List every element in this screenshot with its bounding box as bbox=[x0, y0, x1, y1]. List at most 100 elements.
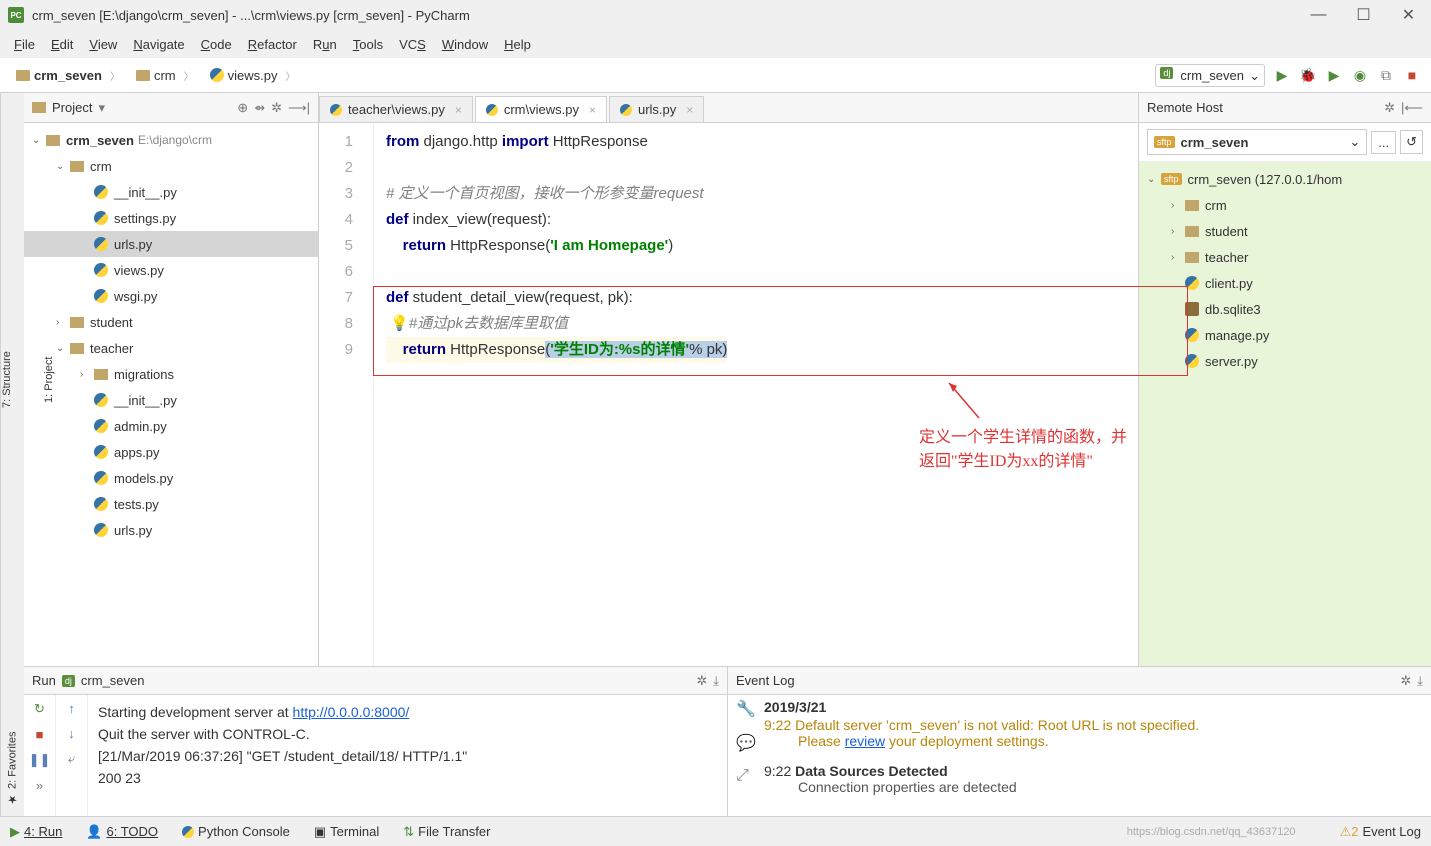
run-config-select[interactable]: crm_seven bbox=[1155, 64, 1265, 87]
strip-favorites[interactable]: 2: Favorites bbox=[7, 732, 19, 789]
remote-tree-item[interactable]: ›teacher bbox=[1139, 244, 1431, 270]
status-terminal[interactable]: ▣Terminal bbox=[314, 824, 379, 840]
minimize-button[interactable]: — bbox=[1296, 0, 1341, 30]
tree-item[interactable]: admin.py bbox=[24, 413, 318, 439]
wrench-icon[interactable]: 🔧 bbox=[736, 699, 764, 719]
remote-tree-item[interactable]: server.py bbox=[1139, 348, 1431, 374]
scroll-to-icon[interactable]: ⊕ bbox=[237, 100, 248, 116]
crumb-folder[interactable]: crm bbox=[130, 65, 200, 86]
close-tab-icon[interactable]: × bbox=[589, 103, 596, 117]
tree-item[interactable]: ›migrations bbox=[24, 361, 318, 387]
menu-edit[interactable]: Edit bbox=[43, 33, 81, 56]
balloon-icon[interactable]: 💬 bbox=[736, 733, 764, 753]
remote-root[interactable]: ⌄sftp crm_seven (127.0.0.1/hom bbox=[1139, 166, 1431, 192]
run-console[interactable]: Starting development server at http://0.… bbox=[88, 695, 727, 816]
profile-icon[interactable]: ◉ bbox=[1351, 66, 1369, 84]
close-button[interactable]: ✕ bbox=[1386, 0, 1431, 30]
menu-run[interactable]: Run bbox=[305, 33, 345, 56]
gear-icon[interactable]: ✲ bbox=[1384, 100, 1395, 116]
window-title: crm_seven [E:\django\crm_seven] - ...\cr… bbox=[32, 8, 470, 23]
lightbulb-icon[interactable]: 💡 bbox=[390, 315, 409, 332]
tree-item[interactable]: urls.py bbox=[24, 517, 318, 543]
tree-item[interactable]: settings.py bbox=[24, 205, 318, 231]
menu-code[interactable]: Code bbox=[193, 33, 240, 56]
event-log-content[interactable]: 2019/3/21 9:22 Default server 'crm_seven… bbox=[764, 699, 1423, 812]
gear-icon[interactable]: ✲ bbox=[271, 100, 282, 116]
collapse-icon[interactable]: ⇴ bbox=[254, 100, 265, 116]
rerun-icon[interactable]: ↻ bbox=[34, 701, 45, 717]
status-python-console[interactable]: Python Console bbox=[182, 824, 290, 839]
tree-item[interactable]: __init__.py bbox=[24, 179, 318, 205]
folder-icon bbox=[1185, 226, 1199, 237]
tree-item[interactable]: ⌄crm_sevenE:\django\crm bbox=[24, 127, 318, 153]
more-button[interactable]: ... bbox=[1371, 131, 1396, 154]
stop-icon[interactable]: ■ bbox=[1403, 66, 1421, 84]
review-link[interactable]: review bbox=[845, 733, 885, 749]
attach-icon[interactable]: ⧉ bbox=[1377, 66, 1395, 84]
menu-file[interactable]: File bbox=[6, 33, 43, 56]
tree-item[interactable]: views.py bbox=[24, 257, 318, 283]
python-icon bbox=[94, 523, 108, 537]
hide-icon[interactable]: ⟶| bbox=[288, 100, 310, 116]
tree-item[interactable]: ›student bbox=[24, 309, 318, 335]
editor-tab[interactable]: urls.py× bbox=[609, 96, 704, 122]
remote-server-select[interactable]: sftp crm_seven ⌄ bbox=[1147, 129, 1367, 155]
tree-item[interactable]: apps.py bbox=[24, 439, 318, 465]
strip-project[interactable]: 1: Project bbox=[43, 356, 55, 402]
editor-tab[interactable]: crm\views.py× bbox=[475, 96, 607, 122]
code-editor[interactable]: from django.http import HttpResponse # 定… bbox=[374, 123, 727, 666]
download-icon[interactable]: ⤓ bbox=[713, 673, 719, 689]
tree-item[interactable]: models.py bbox=[24, 465, 318, 491]
tree-item[interactable]: urls.py bbox=[24, 231, 318, 257]
tree-item[interactable]: wsgi.py bbox=[24, 283, 318, 309]
menu-view[interactable]: View bbox=[81, 33, 125, 56]
up-icon[interactable]: ↑ bbox=[68, 701, 75, 716]
folder-icon bbox=[70, 161, 84, 172]
remote-tree-item[interactable]: db.sqlite3 bbox=[1139, 296, 1431, 322]
crumb-file[interactable]: views.py bbox=[204, 65, 302, 86]
tree-item[interactable]: __init__.py bbox=[24, 387, 318, 413]
status-todo[interactable]: 👤6: TODO bbox=[86, 824, 158, 840]
menu-help[interactable]: Help bbox=[496, 33, 539, 56]
more-icon[interactable]: » bbox=[36, 778, 43, 793]
run-icon[interactable]: ▶ bbox=[1273, 66, 1291, 84]
pause-icon[interactable]: ❚❚ bbox=[29, 752, 51, 768]
server-url-link[interactable]: http://0.0.0.0:8000/ bbox=[293, 704, 410, 720]
status-event-log[interactable]: ⚠2 Event Log bbox=[1340, 824, 1421, 840]
tree-item[interactable]: ⌄teacher bbox=[24, 335, 318, 361]
gear-icon[interactable]: ✲ bbox=[1400, 673, 1411, 689]
down-icon[interactable]: ↓ bbox=[68, 726, 75, 741]
coverage-icon[interactable]: ▶ bbox=[1325, 66, 1343, 84]
tree-item[interactable]: ⌄crm bbox=[24, 153, 318, 179]
event-log-title: Event Log bbox=[736, 673, 795, 688]
stop-icon[interactable]: ■ bbox=[36, 727, 44, 742]
close-tab-icon[interactable]: × bbox=[686, 103, 693, 117]
status-run[interactable]: ▶4: Run bbox=[10, 824, 62, 840]
strip-structure[interactable]: 7: Structure bbox=[1, 351, 13, 408]
close-tab-icon[interactable]: × bbox=[455, 103, 462, 117]
maximize-button[interactable]: ☐ bbox=[1341, 0, 1386, 30]
refresh-icon[interactable]: ↺ bbox=[1400, 130, 1423, 154]
status-file-transfer[interactable]: ⇅File Transfer bbox=[403, 824, 490, 840]
remote-tree-item[interactable]: ›student bbox=[1139, 218, 1431, 244]
menu-tools[interactable]: Tools bbox=[345, 33, 391, 56]
tree-item[interactable]: tests.py bbox=[24, 491, 318, 517]
remote-tree-item[interactable]: ›crm bbox=[1139, 192, 1431, 218]
gear-icon[interactable]: ✲ bbox=[696, 673, 707, 689]
menu-window[interactable]: Window bbox=[434, 33, 496, 56]
python-icon bbox=[94, 393, 108, 407]
menu-navigate[interactable]: Navigate bbox=[125, 33, 192, 56]
download-icon[interactable]: ⤓ bbox=[1417, 673, 1423, 689]
menu-vcs[interactable]: VCS bbox=[391, 33, 434, 56]
arrow-annotation bbox=[944, 378, 984, 423]
expand-icon[interactable]: ⤢ bbox=[736, 767, 764, 785]
hide-icon[interactable]: |⟵ bbox=[1401, 100, 1423, 116]
menu-refactor[interactable]: Refactor bbox=[240, 33, 305, 56]
remote-tree-item[interactable]: manage.py bbox=[1139, 322, 1431, 348]
editor-tab[interactable]: teacher\views.py× bbox=[319, 96, 473, 122]
debug-icon[interactable]: 🐞 bbox=[1299, 66, 1317, 84]
remote-host-title: Remote Host bbox=[1147, 100, 1223, 115]
remote-tree-item[interactable]: client.py bbox=[1139, 270, 1431, 296]
crumb-root[interactable]: crm_seven bbox=[10, 65, 126, 86]
wrap-icon[interactable]: ⤶ bbox=[68, 751, 75, 767]
